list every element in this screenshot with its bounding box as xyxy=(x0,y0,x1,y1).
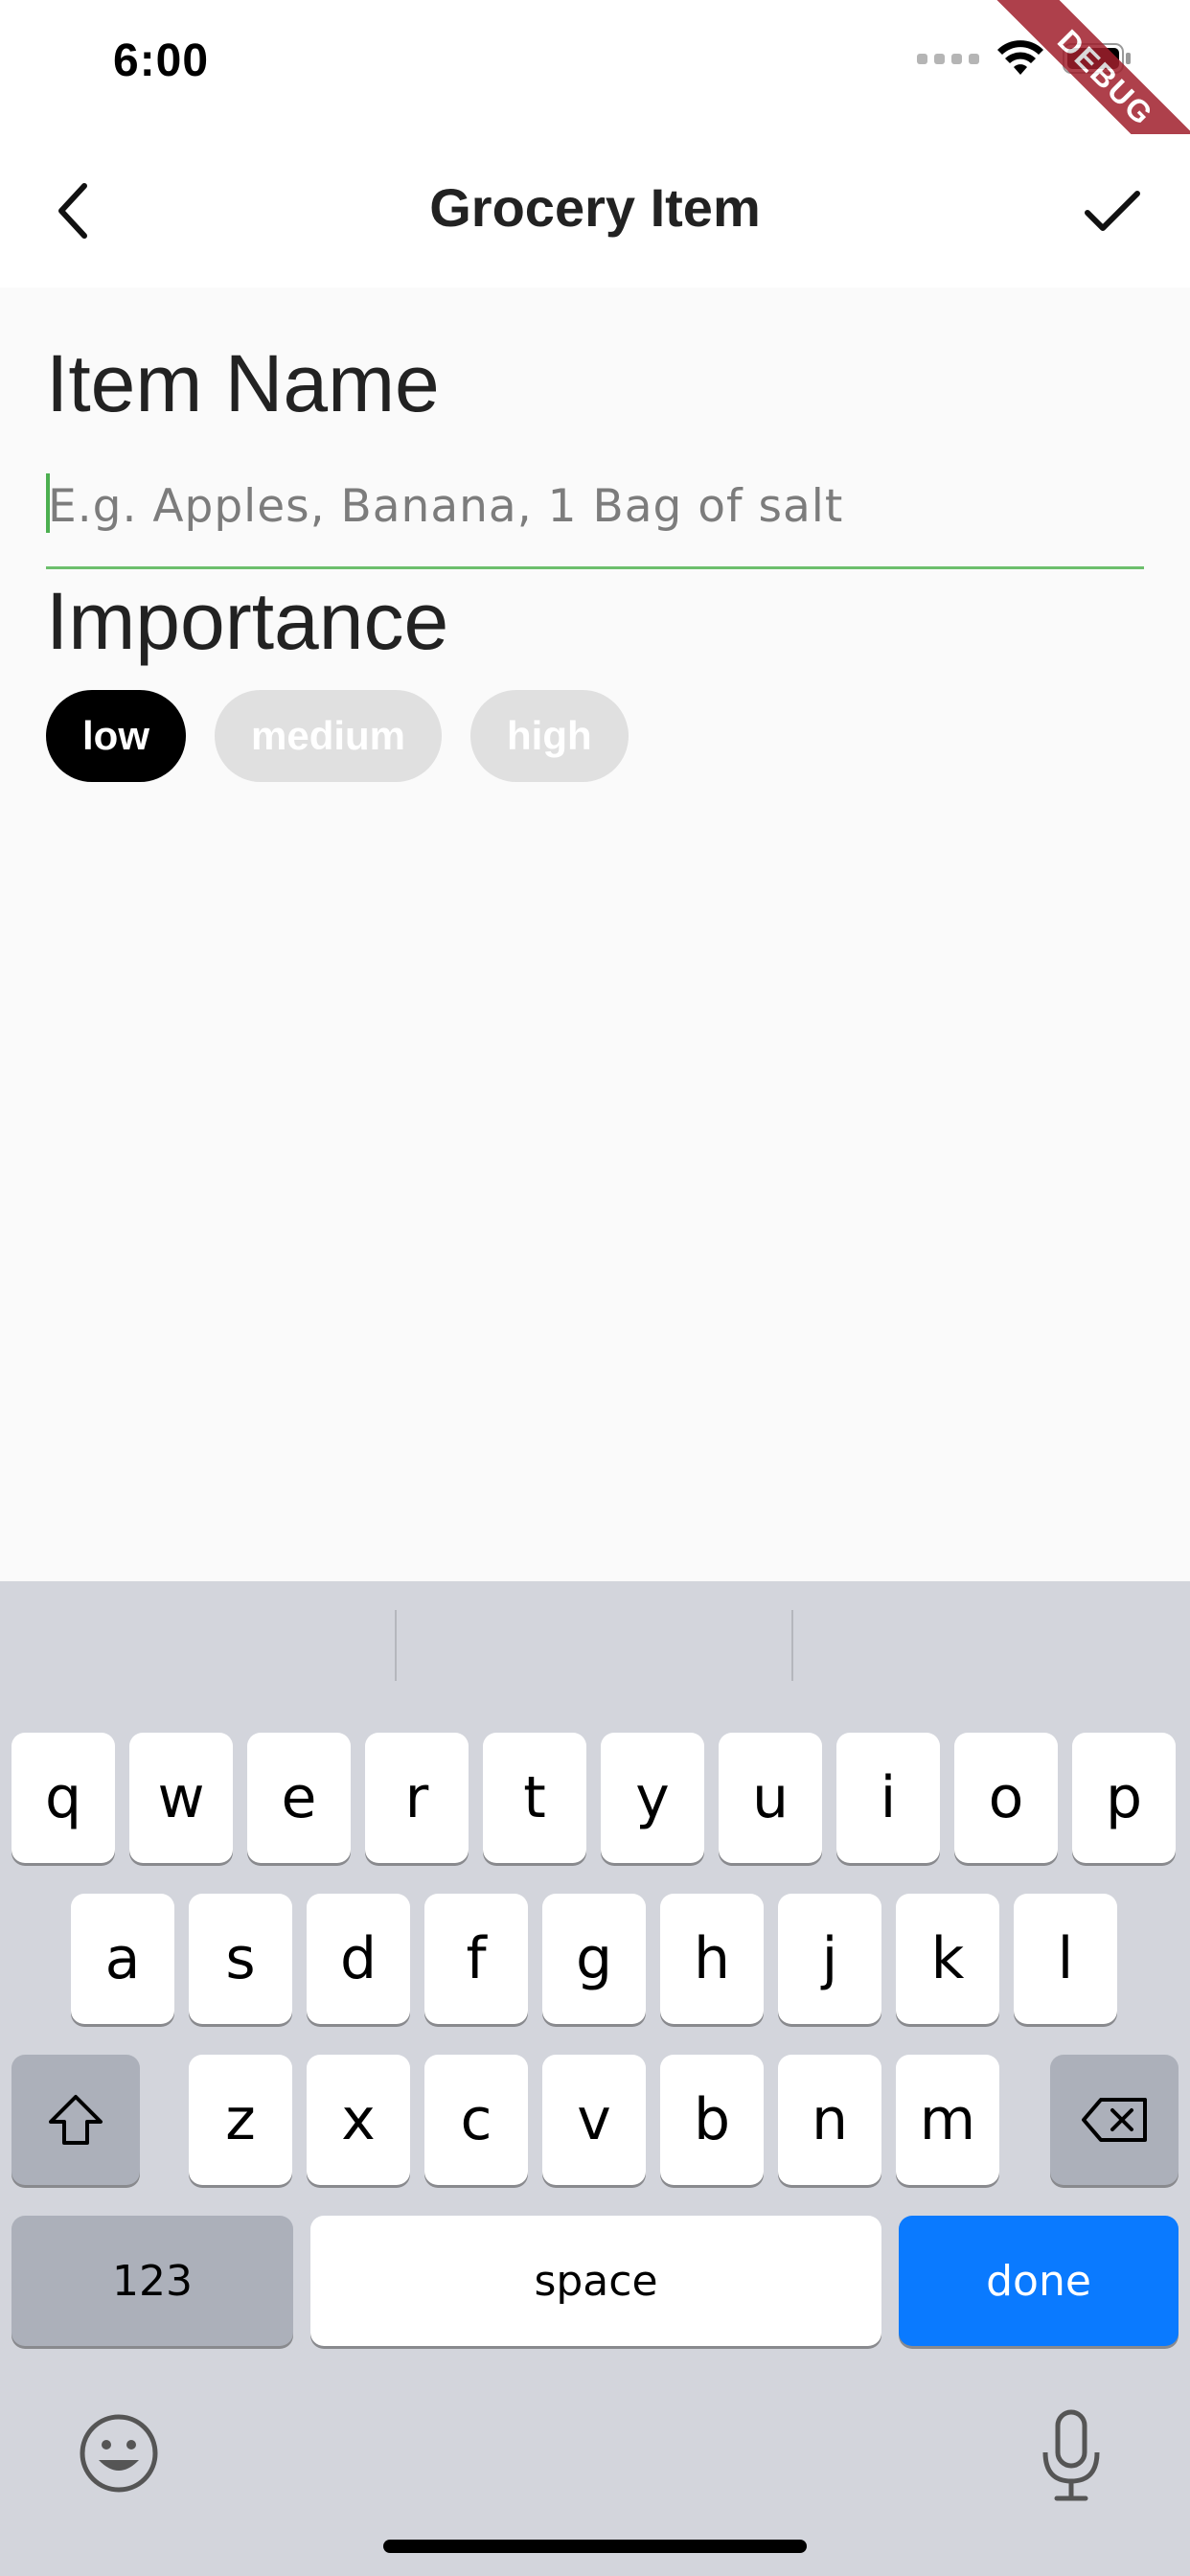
key-a[interactable]: a xyxy=(71,1894,174,2024)
key-h[interactable]: h xyxy=(660,1894,764,2024)
importance-chip-low[interactable]: low xyxy=(46,690,186,782)
key-x[interactable]: x xyxy=(307,2055,410,2185)
key-b[interactable]: b xyxy=(660,2055,764,2185)
suggestion-divider xyxy=(791,1610,793,1681)
key-z[interactable]: z xyxy=(189,2055,292,2185)
done-key[interactable]: done xyxy=(899,2216,1179,2346)
key-t[interactable]: t xyxy=(483,1733,586,1863)
shift-icon xyxy=(49,2095,103,2145)
status-time: 6:00 xyxy=(113,35,210,86)
status-bar: 6:00 DEBUG xyxy=(0,0,1190,196)
importance-chips: low medium high xyxy=(46,690,629,782)
suggestion-divider xyxy=(395,1610,397,1681)
microphone-icon xyxy=(1042,2409,1100,2501)
key-m[interactable]: m xyxy=(896,2055,999,2185)
emoji-icon xyxy=(80,2414,158,2493)
key-d[interactable]: d xyxy=(307,1894,410,2024)
microphone-button[interactable] xyxy=(1023,2404,1119,2509)
key-u[interactable]: u xyxy=(719,1733,822,1863)
onscreen-keyboard: q w e r t y u i o p a s d f g h j k l z … xyxy=(0,1581,1190,2576)
cellular-signal-icon xyxy=(917,53,979,64)
key-r[interactable]: r xyxy=(365,1733,469,1863)
item-name-field[interactable] xyxy=(46,458,1144,569)
numbers-key[interactable]: 123 xyxy=(11,2216,293,2346)
home-indicator xyxy=(383,2540,807,2553)
page-title: Grocery Item xyxy=(429,177,761,238)
key-g[interactable]: g xyxy=(542,1894,646,2024)
key-o[interactable]: o xyxy=(954,1733,1058,1863)
checkmark-icon xyxy=(1085,191,1140,231)
key-j[interactable]: j xyxy=(778,1894,881,2024)
key-f[interactable]: f xyxy=(424,1894,528,2024)
key-c[interactable]: c xyxy=(424,2055,528,2185)
delete-key[interactable] xyxy=(1050,2055,1179,2185)
key-l[interactable]: l xyxy=(1014,1894,1117,2024)
key-i[interactable]: i xyxy=(836,1733,940,1863)
key-y[interactable]: y xyxy=(601,1733,704,1863)
backspace-icon xyxy=(1082,2098,1147,2142)
key-k[interactable]: k xyxy=(896,1894,999,2024)
app-bar: Grocery Item xyxy=(0,134,1190,288)
importance-heading: Importance xyxy=(46,576,449,666)
save-button[interactable] xyxy=(1069,172,1156,249)
key-p[interactable]: p xyxy=(1072,1733,1176,1863)
key-n[interactable]: n xyxy=(778,2055,881,2185)
shift-key[interactable] xyxy=(11,2055,140,2185)
wifi-icon xyxy=(997,40,1043,75)
importance-chip-medium[interactable]: medium xyxy=(215,690,443,782)
item-name-heading: Item Name xyxy=(46,338,440,428)
key-q[interactable]: q xyxy=(11,1733,115,1863)
importance-chip-high[interactable]: high xyxy=(470,690,629,782)
space-key[interactable]: space xyxy=(310,2216,881,2346)
item-name-input[interactable] xyxy=(46,458,1144,554)
emoji-button[interactable] xyxy=(71,2405,167,2501)
key-s[interactable]: s xyxy=(189,1894,292,2024)
key-w[interactable]: w xyxy=(129,1733,233,1863)
key-v[interactable]: v xyxy=(542,2055,646,2185)
key-e[interactable]: e xyxy=(247,1733,351,1863)
